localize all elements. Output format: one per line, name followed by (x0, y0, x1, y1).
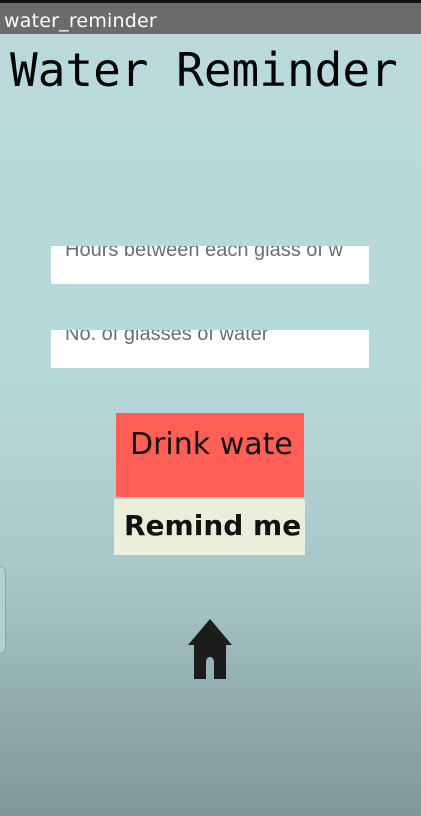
page-title: Water Reminder (10, 43, 398, 97)
drink-water-button-label: Drink wate (130, 427, 293, 462)
app-bar: water_reminder (0, 0, 421, 34)
number-of-glasses-input[interactable]: No. of glasses of water (51, 330, 369, 368)
home-icon (188, 619, 232, 679)
remind-me-button[interactable]: Remind me (114, 499, 305, 555)
remind-me-button-label: Remind me (124, 509, 302, 542)
number-of-glasses-placeholder: No. of glasses of water (65, 330, 269, 345)
hours-between-glasses-placeholder: Hours between each glass of w (65, 246, 343, 261)
drink-water-button[interactable]: Drink wate (116, 413, 304, 497)
hours-between-glasses-input[interactable]: Hours between each glass of w (51, 246, 369, 284)
edge-drag-handle[interactable] (0, 566, 6, 654)
app-bar-title: water_reminder (4, 10, 157, 32)
home-button[interactable] (186, 617, 234, 681)
